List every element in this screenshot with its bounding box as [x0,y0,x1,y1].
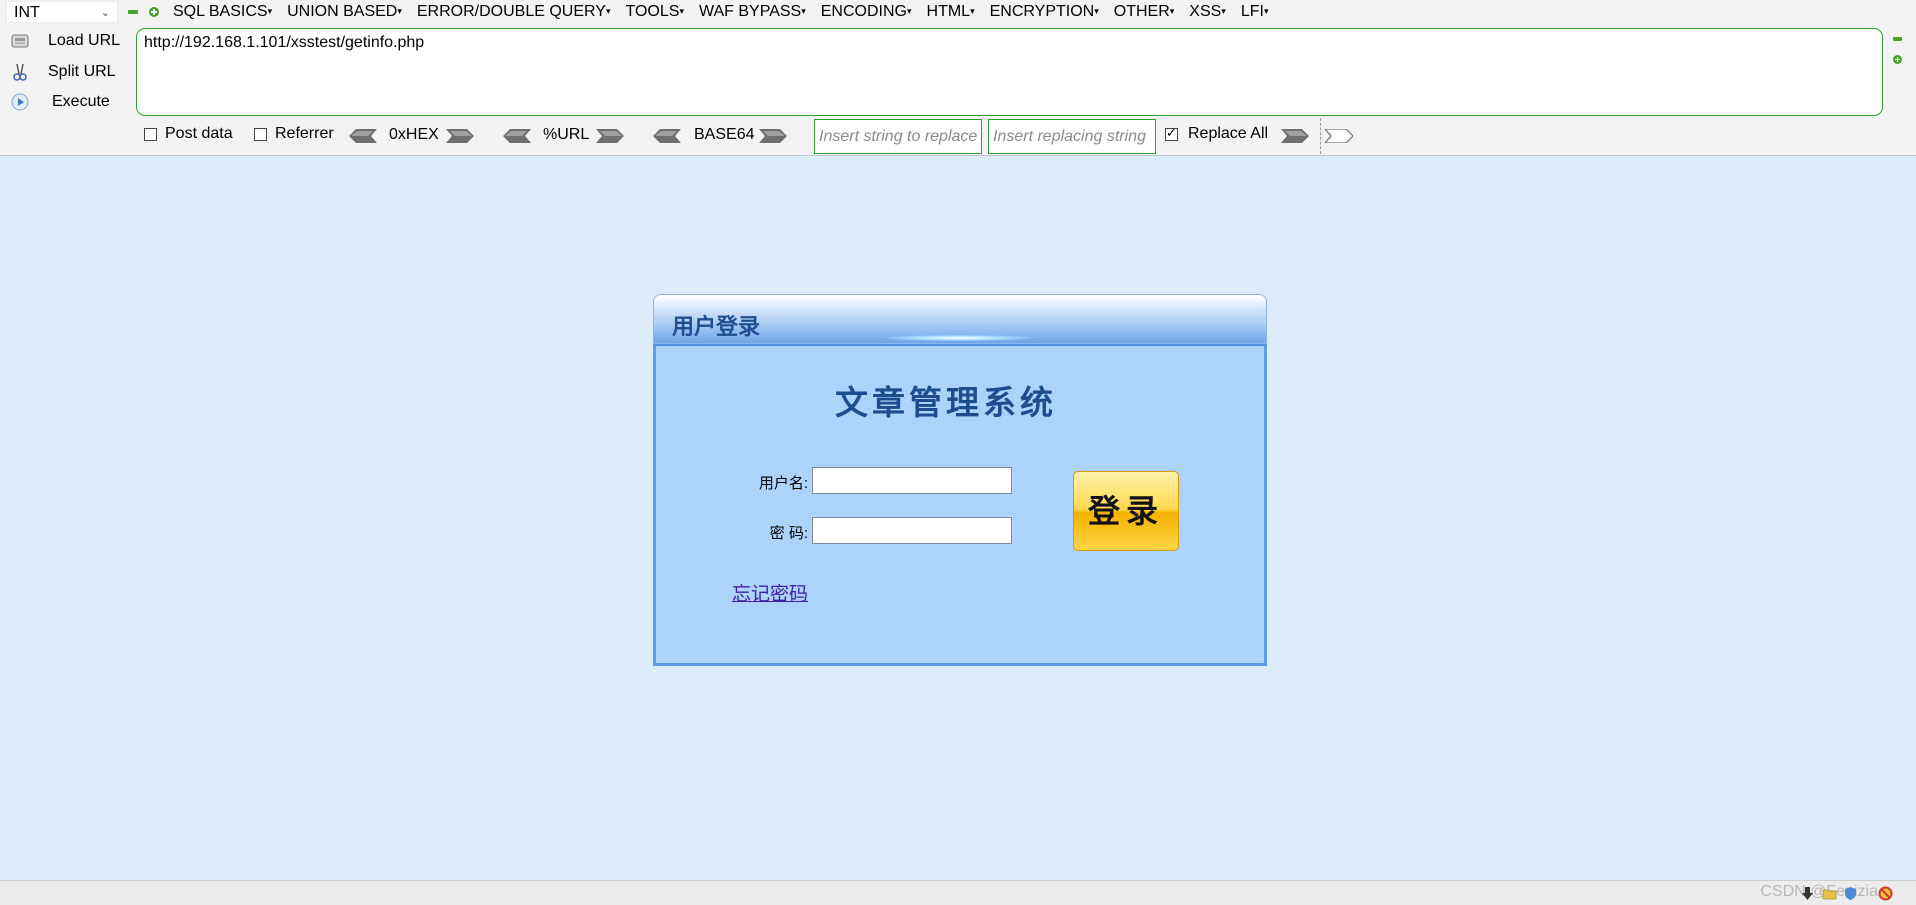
split-url-button[interactable]: Split URL [10,59,130,85]
textarea-minus-icon[interactable] [1893,37,1903,41]
login-header: 用户登录 [653,294,1267,344]
load-url-label: Load URL [48,32,121,49]
menu-label: SQL BASICS [173,3,268,20]
login-header-title: 用户登录 [672,314,761,340]
base64-encode-arrow-icon[interactable] [759,129,787,143]
replace-all-label: Replace All [1188,125,1269,142]
caret-icon: ▾ [970,6,975,16]
hackbar-menubar: INT ⌄ SQL BASICS▾ UNION BASED▾ ERROR/DOU… [0,0,1916,26]
chevron-down-icon: ⌄ [100,7,110,19]
login-panel: 用户登录 文章管理系统 用户名: 密 码: 登录 忘记密码 [653,294,1267,666]
menu-union-based[interactable]: UNION BASED▾ [287,0,402,24]
password-label: 密 码: [769,525,808,542]
execute-label: Execute [52,93,110,110]
caret-icon: ▾ [906,6,912,16]
caret-icon: ▾ [1221,6,1226,16]
scissors-icon [13,63,27,81]
menu-sql-basics[interactable]: SQL BASICS▾ [173,0,272,24]
execute-button[interactable]: Execute [10,89,130,115]
menu-label: HTML [926,3,971,20]
hackbar-toolbar: INT ⌄ SQL BASICS▾ UNION BASED▾ ERROR/DOU… [0,0,1916,156]
caret-icon: ▾ [1169,6,1175,16]
system-title: 文章管理系统 [835,383,1057,422]
hex-encode-arrow-icon[interactable] [446,129,474,143]
caret-icon: ▾ [267,6,273,16]
menu-html[interactable]: HTML▾ [927,0,975,24]
play-icon [11,93,29,111]
hex-decode-arrow-icon[interactable] [349,129,377,143]
replacing-string-input[interactable]: Insert replacing string [988,119,1156,154]
hackbar-menus: SQL BASICS▾ UNION BASED▾ ERROR/DOUBLE QU… [173,0,1283,24]
referrer-checkbox[interactable] [254,128,267,141]
replace-arrow-icon[interactable] [1281,129,1309,143]
menu-encryption[interactable]: ENCRYPTION▾ [990,0,1099,24]
split-url-label: Split URL [48,63,116,80]
menu-label: ENCODING [820,3,907,20]
menu-label: LFI [1240,3,1264,20]
menu-label: ERROR/DOUBLE QUERY [416,3,606,20]
type-select[interactable]: INT ⌄ [6,1,118,23]
textarea-plus-icon[interactable] [1893,55,1903,64]
caret-icon: ▾ [801,6,806,16]
caret-icon: ▾ [679,6,684,16]
menu-waf-bypass[interactable]: WAF BYPASS▾ [699,0,806,24]
shield-icon[interactable] [1843,886,1858,901]
post-data-checkbox[interactable] [144,128,157,141]
download-arrow-icon[interactable] [1800,886,1815,901]
watermark-text: CSDN @Fenizia [1760,883,1878,900]
menu-label: UNION BASED [287,3,398,20]
base64-label: BASE64 [694,126,755,143]
login-button[interactable]: 登录 [1073,471,1179,551]
load-url-icon [11,34,29,48]
menu-error-double-query[interactable]: ERROR/DOUBLE QUERY▾ [417,0,611,24]
menu-other[interactable]: OTHER▾ [1114,0,1175,24]
password-input[interactable] [812,517,1012,544]
forgot-password-link[interactable]: 忘记密码 [732,579,808,606]
folder-icon[interactable] [1822,886,1837,901]
replace-string-input[interactable]: Insert string to replace [814,119,982,154]
caret-icon: ▾ [605,6,611,16]
username-input[interactable] [812,467,1012,494]
menu-lfi[interactable]: LFI▾ [1241,0,1269,24]
url-textarea[interactable]: http://192.168.1.101/xsstest/getinfo.php [136,28,1883,116]
type-select-value: INT [14,4,40,21]
caret-icon: ▾ [1263,6,1269,16]
menu-encoding[interactable]: ENCODING▾ [821,0,912,24]
hex-label: 0xHEX [389,126,439,143]
replace-all-arrow-icon[interactable] [1325,129,1353,143]
username-label: 用户名: [758,475,808,492]
header-glow [884,335,1034,341]
separator [1320,118,1321,154]
menu-label: ENCRYPTION [989,3,1095,20]
menu-label: XSS [1189,3,1222,20]
menu-label: TOOLS [625,3,680,20]
menu-label: WAF BYPASS [698,3,802,20]
url-decode-arrow-icon[interactable] [503,129,531,143]
collapse-minus-icon[interactable] [128,10,138,14]
url-encode-label: %URL [543,126,590,143]
menu-tools[interactable]: TOOLS▾ [625,0,683,24]
caret-icon: ▾ [1094,6,1099,16]
expand-plus-icon[interactable] [149,7,159,17]
blocked-icon[interactable] [1878,886,1893,901]
replace-all-checkbox[interactable] [1165,125,1178,141]
referrer-label: Referrer [275,125,334,142]
menu-label: OTHER [1113,3,1170,20]
caret-icon: ▾ [397,6,402,16]
url-text: http://192.168.1.101/xsstest/getinfo.php [144,34,425,51]
load-url-button[interactable]: Load URL [10,28,130,54]
url-encode-arrow-icon[interactable] [596,129,624,143]
menu-xss[interactable]: XSS▾ [1189,0,1226,24]
post-data-label: Post data [165,125,233,142]
login-body: 文章管理系统 用户名: 密 码: 登录 忘记密码 [653,344,1267,666]
status-bar: CSDN @Fenizia [0,880,1916,905]
base64-decode-arrow-icon[interactable] [653,129,681,143]
